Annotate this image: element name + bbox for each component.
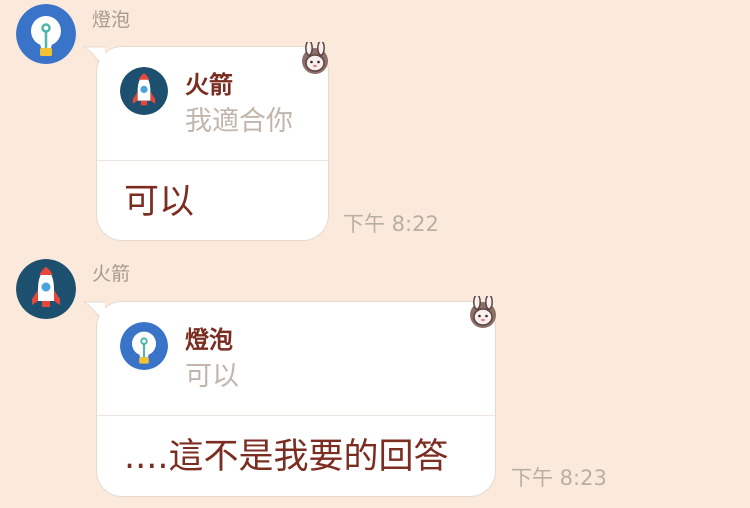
message-text: 可以: [124, 182, 195, 222]
message-timestamp: 下午 8:23: [511, 466, 607, 490]
sender-avatar[interactable]: [16, 259, 76, 319]
sender-avatar[interactable]: [16, 4, 76, 64]
quoted-text: 我適合你: [185, 106, 293, 137]
lightbulb-icon: [120, 322, 168, 370]
sender-name: 燈泡: [92, 9, 131, 31]
quoted-avatar: [120, 67, 168, 115]
quoted-message[interactable]: 火箭 我適合你: [97, 47, 328, 161]
bunny-sticker-icon[interactable]: [298, 42, 332, 76]
quoted-sender-name: 火箭: [185, 71, 233, 99]
rocket-icon: [120, 67, 168, 115]
chat-message-1: 燈泡 火箭 我適合你 可以 下午 8:22: [0, 0, 750, 250]
message-bubble[interactable]: 燈泡 可以 ....這不是我要的回答: [83, 301, 496, 497]
sender-name: 火箭: [92, 263, 131, 285]
message-bubble[interactable]: 火箭 我適合你 可以: [83, 46, 329, 241]
quoted-avatar: [120, 322, 168, 370]
chat-message-2: 火箭 燈泡 可以 ....這不是我要的回答 下午 8:23: [0, 250, 750, 508]
quoted-message[interactable]: 燈泡 可以: [97, 302, 495, 416]
bunny-sticker-icon[interactable]: [466, 296, 500, 330]
rocket-icon: [16, 259, 76, 319]
quoted-text: 可以: [185, 361, 239, 392]
message-text: ....這不是我要的回答: [124, 437, 449, 477]
quoted-sender-name: 燈泡: [185, 326, 233, 354]
lightbulb-icon: [16, 4, 76, 64]
message-timestamp: 下午 8:22: [343, 212, 439, 236]
